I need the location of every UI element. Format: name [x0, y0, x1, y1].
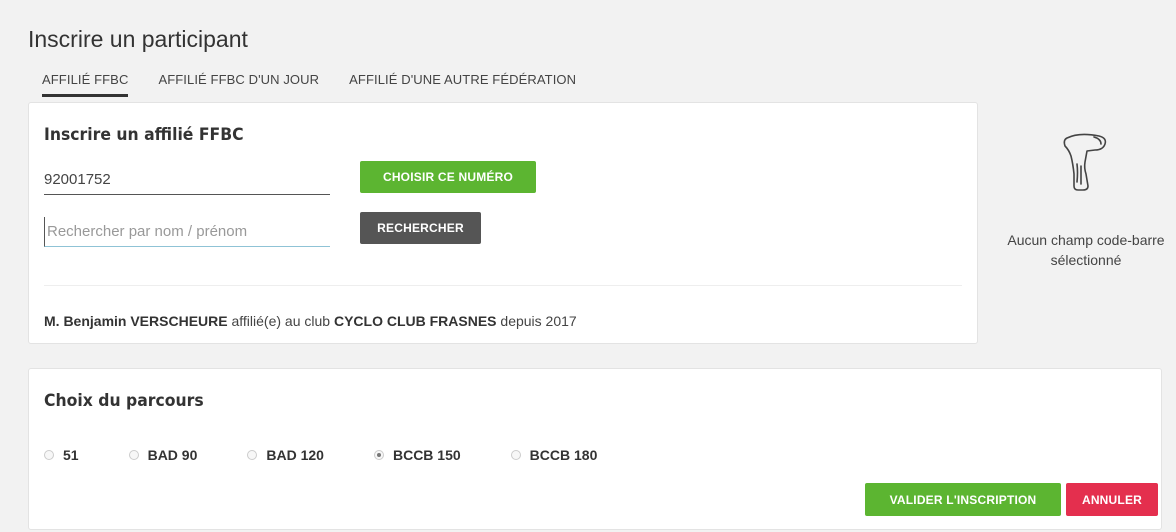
barcode-scanner-icon — [1063, 133, 1107, 191]
tab-affilie-ffbc-un-jour[interactable]: AFFILIÉ FFBC D'UN JOUR — [158, 72, 319, 97]
radio-button[interactable] — [247, 450, 258, 460]
ffbc-card-title: Inscrire un affilié FFBC — [44, 125, 244, 145]
radio-button[interactable] — [510, 450, 521, 460]
page-title: Inscrire un participant — [28, 26, 248, 52]
registration-tabs: AFFILIÉ FFBC AFFILIÉ FFBC D'UN JOUR AFFI… — [42, 72, 576, 97]
route-card-title: Choix du parcours — [44, 391, 204, 411]
card-divider — [44, 285, 962, 286]
radio-button[interactable] — [44, 450, 54, 460]
tab-affilie-autre-federation[interactable]: AFFILIÉ D'UNE AUTRE FÉDÉRATION — [349, 72, 576, 97]
route-option-label: BAD 90 — [147, 447, 198, 463]
route-option-label: 51 — [63, 447, 79, 463]
route-option-label: BCCB 150 — [392, 447, 461, 463]
member-since: depuis 2017 — [500, 313, 577, 329]
route-option-51[interactable]: 51 — [44, 447, 79, 463]
route-option-bccb-180[interactable]: BCCB 180 — [510, 447, 598, 463]
validate-registration-button[interactable]: VALIDER L'INSCRIPTION — [865, 483, 1061, 516]
radio-button[interactable] — [128, 450, 139, 460]
route-options: 51 BAD 90 BAD 120 BCCB 150 BCCB 180 — [44, 447, 647, 463]
barcode-scanner-panel: Aucun champ code-barre sélectionné — [1000, 130, 1172, 270]
member-club: CYCLO CLUB FRASNES — [333, 313, 497, 329]
route-option-label: BCCB 180 — [529, 447, 598, 463]
member-affiliated-text: affilié(e) au club — [231, 313, 331, 329]
route-option-bccb-150[interactable]: BCCB 150 — [373, 447, 461, 463]
barcode-status-text: Aucun champ code-barre sélectionné — [1007, 232, 1165, 268]
route-option-bad-120[interactable]: BAD 120 — [247, 447, 324, 463]
tab-affilie-ffbc[interactable]: AFFILIÉ FFBC — [42, 72, 129, 97]
route-option-bad-90[interactable]: BAD 90 — [128, 447, 198, 463]
search-button[interactable]: RECHERCHER — [360, 212, 481, 244]
ffbc-registration-card: Inscrire un affilié FFBC CHOISIR CE NUMÉ… — [28, 102, 978, 344]
member-info: M. Benjamin VERSCHEURE affilié(e) au clu… — [44, 313, 577, 329]
cancel-button[interactable]: ANNULER — [1066, 483, 1158, 516]
choose-number-button[interactable]: CHOISIR CE NUMÉRO — [360, 161, 536, 193]
member-name: M. Benjamin VERSCHEURE — [44, 313, 228, 329]
radio-button-selected[interactable] — [373, 450, 384, 460]
route-option-label: BAD 120 — [266, 447, 324, 463]
route-choice-card: Choix du parcours 51 BAD 90 BAD 120 BCCB… — [28, 368, 1162, 530]
license-number-input[interactable] — [44, 165, 330, 195]
name-search-input[interactable] — [44, 217, 330, 247]
